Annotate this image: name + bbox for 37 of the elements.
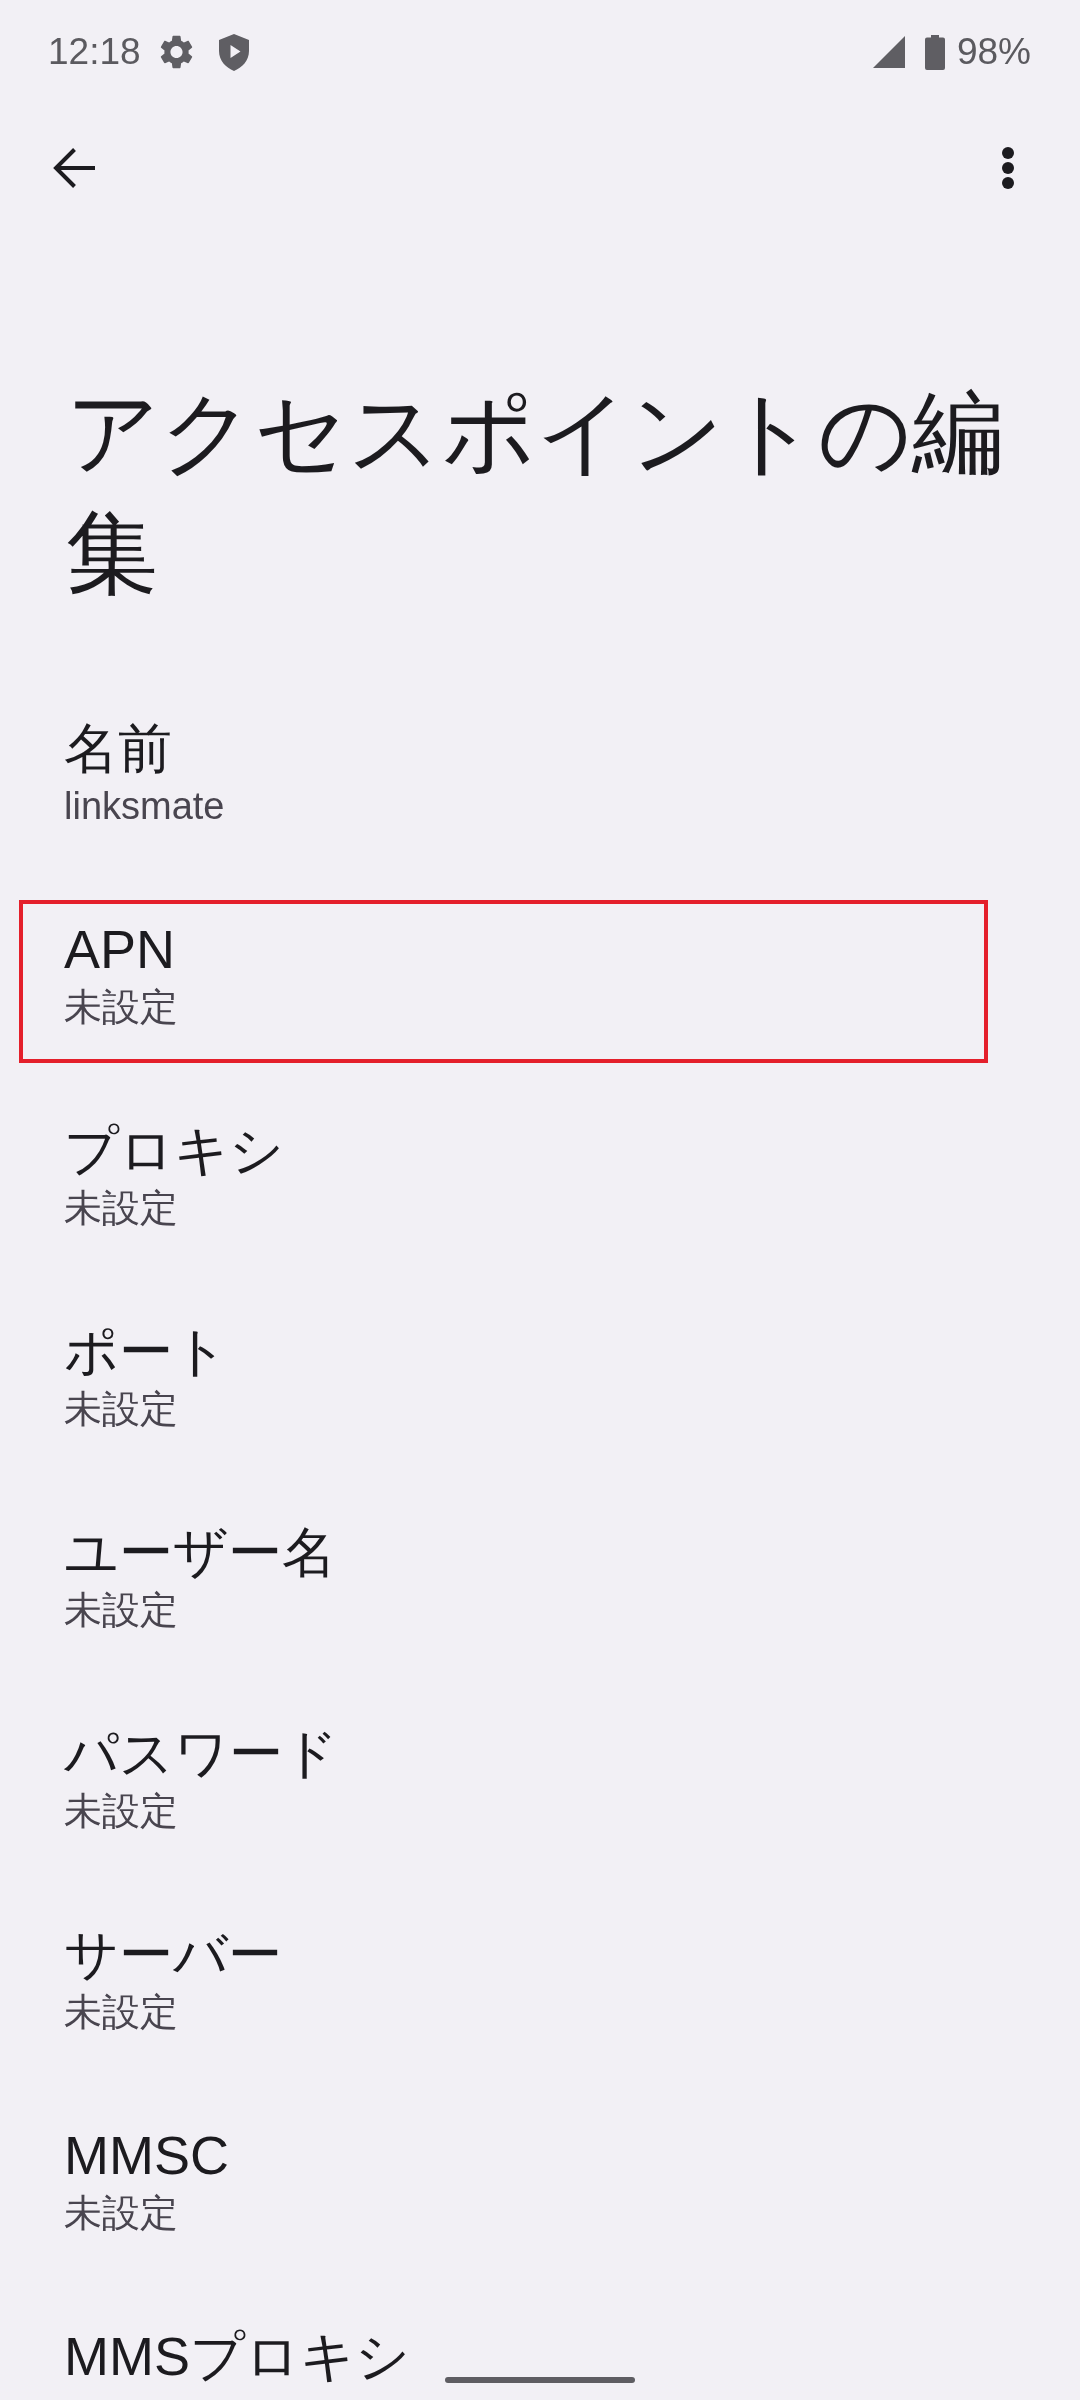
setting-value: 未設定 [64,2191,178,2236]
setting-item[interactable]: MMSプロキシ [19,2307,988,2400]
setting-item[interactable]: パスワード 未設定 [19,1704,988,1867]
setting-label: ユーザー名 [64,1521,336,1584]
setting-value: 未設定 [64,1990,178,2035]
battery-icon [924,34,945,70]
setting-value: 未設定 [64,1789,178,1834]
page-title: アクセスポイントの編集 [66,380,1005,606]
back-button[interactable] [53,148,95,188]
more-options-icon [1002,147,1014,189]
setting-item[interactable]: サーバー 未設定 [19,1905,988,2068]
setting-value: 未設定 [64,1588,178,1633]
back-arrow-icon [53,148,95,188]
setting-label: 名前 [64,717,172,780]
setting-item[interactable]: MMSC 未設定 [19,2106,988,2269]
more-options-button[interactable] [1002,147,1014,189]
setting-value: 未設定 [64,1387,178,1432]
setting-label: プロキシ [64,1119,284,1182]
setting-item[interactable]: ユーザー名 未設定 [19,1503,988,1666]
setting-label: MMSプロキシ [64,2325,410,2388]
setting-label: パスワード [64,1722,338,1785]
setting-label: APN [64,918,176,981]
setting-value: 未設定 [64,1186,178,1231]
battery-percentage: 98% [956,30,1031,74]
settings-icon [159,35,193,69]
setting-value: 未設定 [64,985,178,1030]
shield-icon [218,33,249,71]
status-time: 12:18 [48,30,141,74]
setting-value: linksmate [64,784,225,829]
setting-item[interactable]: ポート 未設定 [19,1302,988,1465]
setting-label: ポート [64,1320,228,1383]
signal-icon [872,36,905,68]
setting-item[interactable]: プロキシ 未設定 [19,1101,988,1264]
highlighted-setting-item[interactable]: APN 未設定 [19,900,988,1063]
setting-item[interactable]: 名前 linksmate [19,699,988,862]
setting-label: MMSC [64,2124,229,2187]
setting-label: サーバー [64,1923,282,1986]
